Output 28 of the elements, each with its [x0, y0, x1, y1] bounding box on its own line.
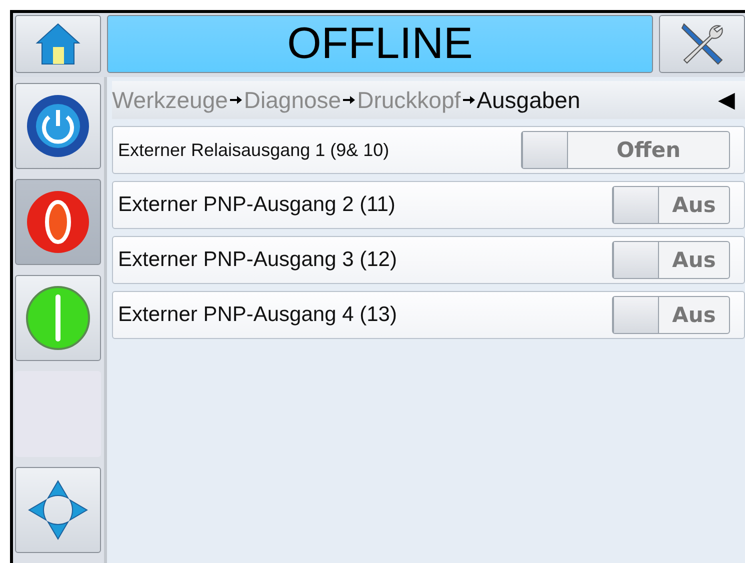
start-button[interactable] — [15, 275, 101, 361]
output-label: Externer PNP-Ausgang 3 (12) — [118, 248, 397, 272]
power-icon — [25, 93, 91, 159]
breadcrumb-item[interactable]: Diagnose — [244, 86, 342, 114]
output-toggle[interactable]: Aus — [612, 186, 730, 224]
tools-button[interactable] — [659, 15, 745, 73]
arrow-icon — [462, 95, 475, 105]
navigate-button[interactable] — [15, 467, 101, 553]
output-label: Externer PNP-Ausgang 2 (11) — [118, 193, 396, 217]
breadcrumb-item: Ausgaben — [476, 86, 580, 114]
arrow-icon — [230, 95, 242, 105]
stop-button[interactable] — [15, 179, 101, 265]
breadcrumb-item[interactable]: Werkzeuge — [112, 86, 228, 114]
output-toggle[interactable]: Aus — [612, 241, 730, 279]
start-icon — [25, 285, 91, 351]
breadcrumb-item[interactable]: Druckkopf — [357, 86, 461, 114]
power-button[interactable] — [15, 83, 101, 169]
navigation-arrows-icon — [27, 479, 89, 541]
status-banner: OFFLINE — [107, 15, 653, 73]
output-toggle[interactable]: Aus — [612, 296, 730, 334]
home-button[interactable] — [15, 15, 101, 73]
output-label: Externer PNP-Ausgang 4 (13) — [118, 303, 397, 327]
output-label: Externer Relaisausgang 1 (9& 10) — [118, 140, 390, 160]
home-icon — [35, 21, 81, 67]
output-toggle[interactable]: Offen — [521, 131, 730, 169]
stop-icon — [25, 189, 91, 255]
arrow-icon — [343, 95, 356, 105]
back-button[interactable]: ◀ — [718, 87, 735, 113]
